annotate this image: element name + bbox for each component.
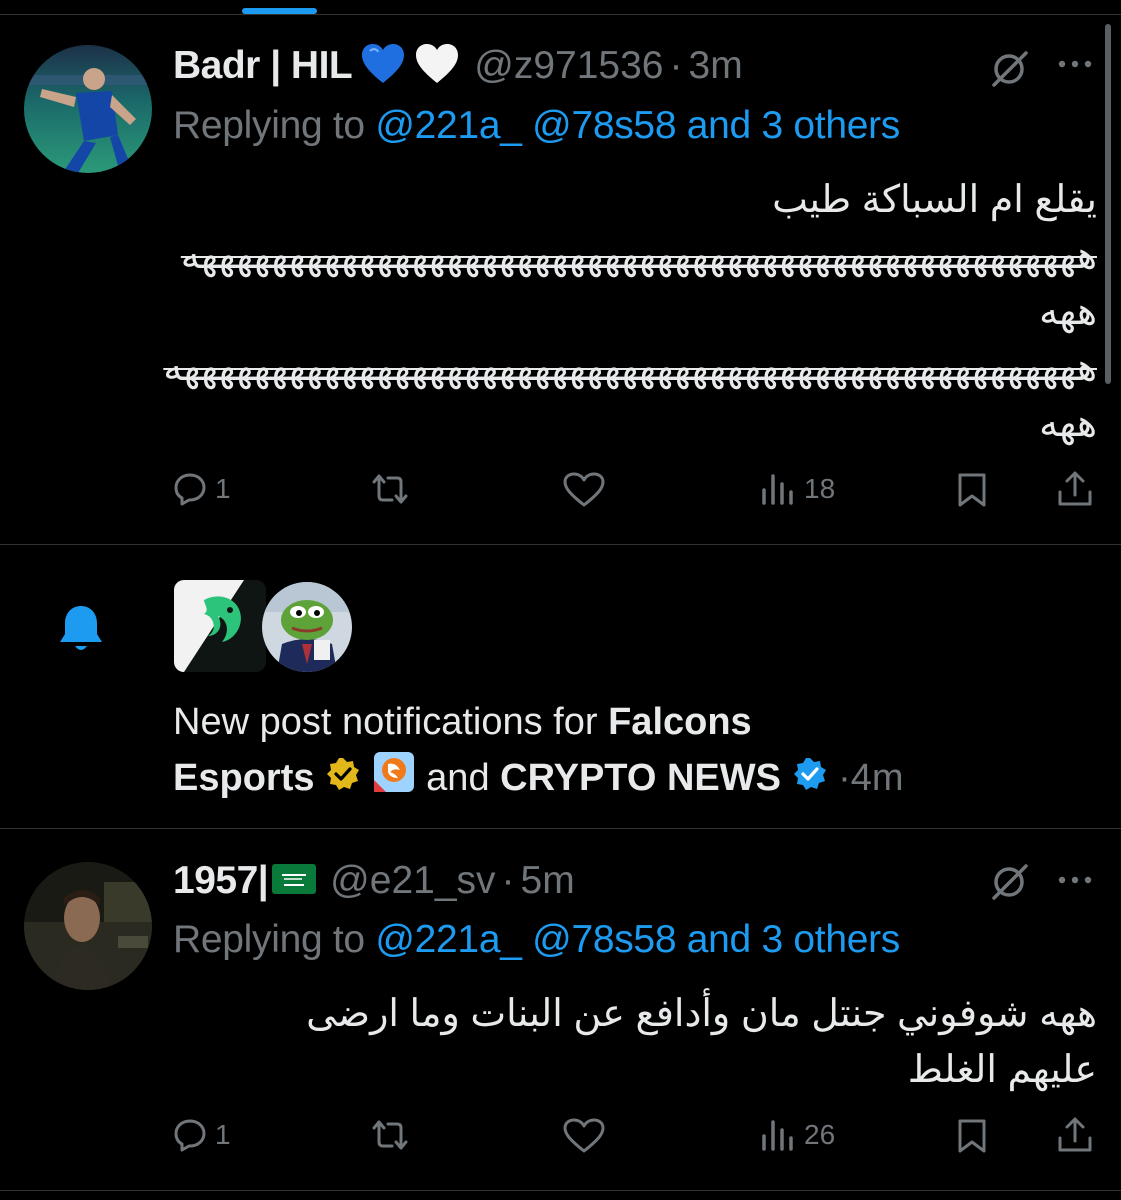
tweet-text: يقلع ام السباكة طيب هههههههههههههههههههه… [147, 172, 1097, 452]
bookmark-icon [955, 472, 989, 508]
timestamp[interactable]: 3m [689, 44, 743, 88]
share-button[interactable] [1056, 470, 1094, 508]
falcons-affiliate-icon [372, 750, 416, 810]
reply-icon [173, 1118, 207, 1152]
display-name[interactable]: 1957| [173, 859, 269, 903]
share-button[interactable] [1056, 1116, 1094, 1154]
others-link[interactable]: and 3 others [687, 918, 901, 961]
separator-dot: · [838, 757, 851, 800]
verified-gold-icon [325, 752, 361, 808]
reply-count: 1 [215, 1119, 231, 1150]
separator-dot: · [669, 44, 683, 87]
retweet-button[interactable] [368, 472, 412, 506]
reply-icon [173, 472, 207, 506]
views-count: 26 [804, 1119, 836, 1150]
mention-link[interactable]: @221a_ [375, 918, 522, 961]
tweet-header: 1957| @e21_sv · 5m [173, 853, 575, 909]
timestamp[interactable]: 4m [851, 757, 904, 799]
views-icon [760, 472, 796, 506]
saudi-flag-icon [272, 863, 317, 899]
retweet-button[interactable] [368, 1118, 412, 1152]
notification-text: New post notifications for Falcons Espor… [173, 694, 904, 810]
text-line: هههههههههههههههههههههههههههههههههههههههه… [180, 235, 1097, 277]
grok-icon[interactable] [990, 863, 1030, 906]
text-line: هههههههههههههههههههههههههههههههههههههههه… [163, 347, 1097, 389]
bookmark-button[interactable] [955, 1118, 989, 1154]
share-icon [1056, 1116, 1094, 1154]
replying-prefix: Replying to [173, 918, 376, 961]
tweet-header: Badr | HIL @z971536 · 3m [173, 38, 743, 94]
like-button[interactable] [563, 472, 605, 508]
handle[interactable]: @e21_sv [330, 859, 495, 903]
retweet-icon [368, 1118, 412, 1152]
mention-link[interactable]: @78s58 [532, 104, 676, 147]
more-icon[interactable] [1056, 48, 1096, 85]
divider [0, 828, 1121, 829]
text-line: ههه شوفوني جنتل مان وأدافع عن البنات وما… [306, 993, 1097, 1035]
avatar[interactable] [24, 45, 152, 173]
separator-dot: · [501, 859, 515, 902]
text-line: عليهم الغلط [907, 1049, 1097, 1091]
notification-prefix: New post notifications for [173, 701, 609, 743]
account-name[interactable]: Falcons [608, 701, 752, 743]
joiner-text: and [426, 757, 490, 800]
like-icon [563, 472, 605, 508]
reply-count: 1 [215, 473, 231, 504]
bookmark-icon [955, 1118, 989, 1154]
views-count: 18 [804, 473, 836, 504]
more-icon[interactable] [1056, 864, 1096, 901]
reply-button[interactable]: 1 [173, 472, 231, 506]
divider [0, 1190, 1121, 1191]
replying-to: Replying to @221a_ @78s58 and 3 others [173, 104, 900, 148]
account-name[interactable]: CRYPTO NEWS [500, 757, 781, 799]
scrollbar[interactable] [1105, 24, 1111, 384]
text-line: ههه [1039, 291, 1097, 333]
avatar[interactable] [24, 862, 152, 990]
views-button[interactable]: 18 [760, 472, 835, 506]
text-line: ههه [1039, 403, 1097, 445]
falcons-avatar[interactable] [174, 580, 266, 672]
replying-prefix: Replying to [173, 104, 376, 147]
bookmark-button[interactable] [955, 472, 989, 508]
account-name[interactable]: Esports [173, 757, 314, 799]
divider [0, 544, 1121, 545]
reply-button[interactable]: 1 [173, 1118, 231, 1152]
others-link[interactable]: and 3 others [687, 104, 901, 147]
white-heart-icon [414, 43, 460, 90]
like-icon [563, 1118, 605, 1154]
grok-icon[interactable] [990, 50, 1030, 93]
views-icon [760, 1118, 796, 1152]
like-button[interactable] [563, 1118, 605, 1154]
verified-blue-icon [792, 752, 828, 808]
replying-to: Replying to @221a_ @78s58 and 3 others [173, 918, 900, 962]
crypto-news-avatar[interactable] [262, 582, 352, 672]
mention-link[interactable]: @221a_ [375, 104, 522, 147]
share-icon [1056, 470, 1094, 508]
handle[interactable]: @z971536 [474, 44, 663, 88]
retweet-icon [368, 472, 412, 506]
display-name[interactable]: Badr | HIL [173, 44, 353, 88]
views-button[interactable]: 26 [760, 1118, 835, 1152]
tweet-text: ههه شوفوني جنتل مان وأدافع عن البنات وما… [147, 986, 1097, 1098]
blue-heart-icon [360, 43, 406, 90]
top-divider [0, 14, 1121, 15]
text-line: يقلع ام السباكة طيب [772, 179, 1097, 221]
timestamp[interactable]: 5m [521, 859, 575, 903]
bell-icon [58, 604, 104, 659]
mention-link[interactable]: @78s58 [532, 918, 676, 961]
